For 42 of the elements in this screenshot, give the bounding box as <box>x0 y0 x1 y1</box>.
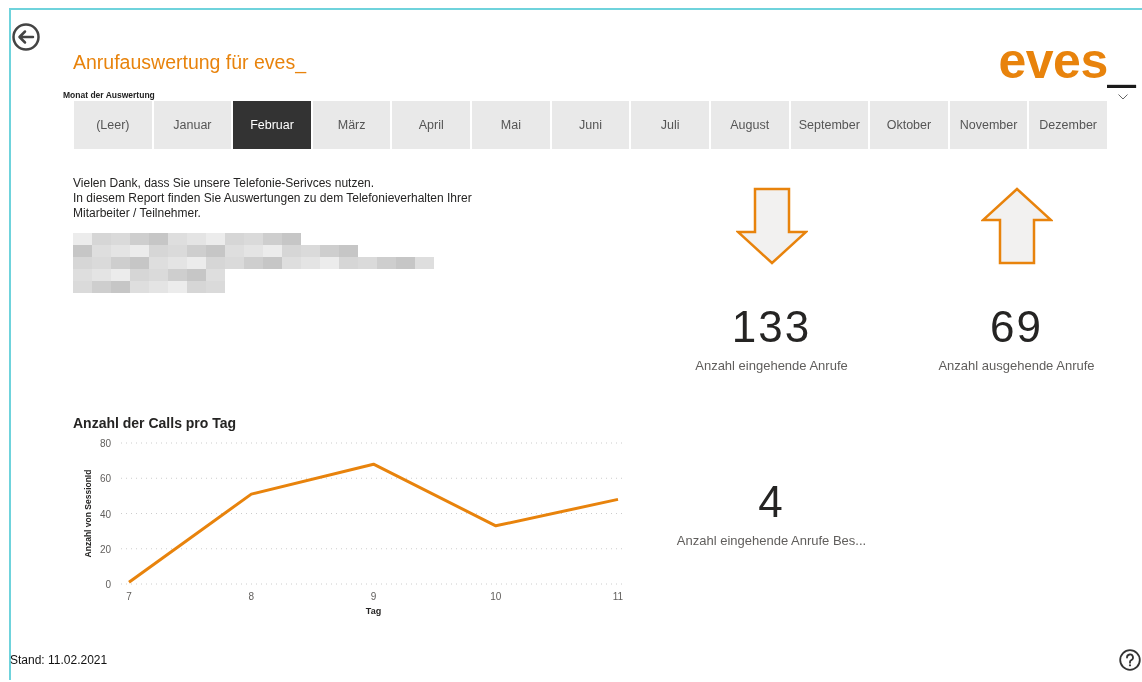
axis-tick-label: 8 <box>248 591 255 602</box>
axis-tick-label: 9 <box>370 591 377 602</box>
logo: eves_ <box>998 36 1135 86</box>
month-tile[interactable]: Oktober <box>870 101 948 149</box>
report-title: Anrufauswertung für eves_ <box>73 51 308 74</box>
chevron-down-icon[interactable] <box>1118 94 1128 100</box>
month-tile[interactable]: Januar <box>153 101 232 149</box>
axis-tick-label: 10 <box>490 591 502 602</box>
month-tile[interactable]: Juli <box>631 101 709 149</box>
kpi-value: 133 <box>731 305 812 349</box>
stand-date: Stand: 11.02.2021 <box>10 653 108 667</box>
month-tile[interactable]: März <box>312 101 391 149</box>
kpi-value: 4 <box>758 479 785 524</box>
axis-tick-label: 7 <box>126 591 132 602</box>
axis-tick-label: 60 <box>99 473 111 485</box>
axis-tick-label: 0 <box>105 579 111 590</box>
kpi-label: Anzahl ausgehende Anrufe <box>938 358 1095 373</box>
chart-title: Anzahl der Calls pro Tag <box>73 415 238 433</box>
axis-tick-label: 20 <box>99 543 111 555</box>
slicer-label: Monat der Auswertung <box>63 90 155 100</box>
intro-paragraph: Vielen Dank, dass Sie unsere Telefonie-Serivces nutzen. In diesem Report finden Sie Auswertungen zu dem Telefonieverhalten Ihrer Mitarbeiter / Teilnehmer. <box>73 176 473 221</box>
down-arrow-icon <box>735 187 808 265</box>
axis-title: Tag <box>365 606 382 616</box>
month-tile[interactable]: August <box>710 101 789 149</box>
kpi-label: Anzahl eingehende Anrufe Bes... <box>676 532 867 548</box>
month-tile[interactable]: (Leer) <box>74 101 152 149</box>
up-arrow-icon <box>980 187 1053 265</box>
month-tile[interactable]: November <box>949 101 1028 149</box>
month-tile[interactable]: April <box>392 101 471 149</box>
help-icon[interactable] <box>1119 649 1141 671</box>
axis-tick-label: 40 <box>99 508 111 520</box>
month-tile[interactable]: Dezember <box>1029 101 1107 149</box>
axis-tick-label: 11 <box>612 591 624 602</box>
month-tile[interactable]: Mai <box>472 101 550 149</box>
axis-title: Anzahl von SessionId <box>83 469 93 558</box>
month-tile[interactable]: Juni <box>551 101 630 149</box>
back-icon[interactable] <box>12 23 40 51</box>
month-tile[interactable]: September <box>790 101 869 149</box>
axis-tick-label: 80 <box>99 438 111 449</box>
kpi-value: 69 <box>990 305 1043 349</box>
kpi-label: Anzahl eingehende Anrufe <box>695 358 848 373</box>
month-tile[interactable]: Februar <box>233 101 311 149</box>
